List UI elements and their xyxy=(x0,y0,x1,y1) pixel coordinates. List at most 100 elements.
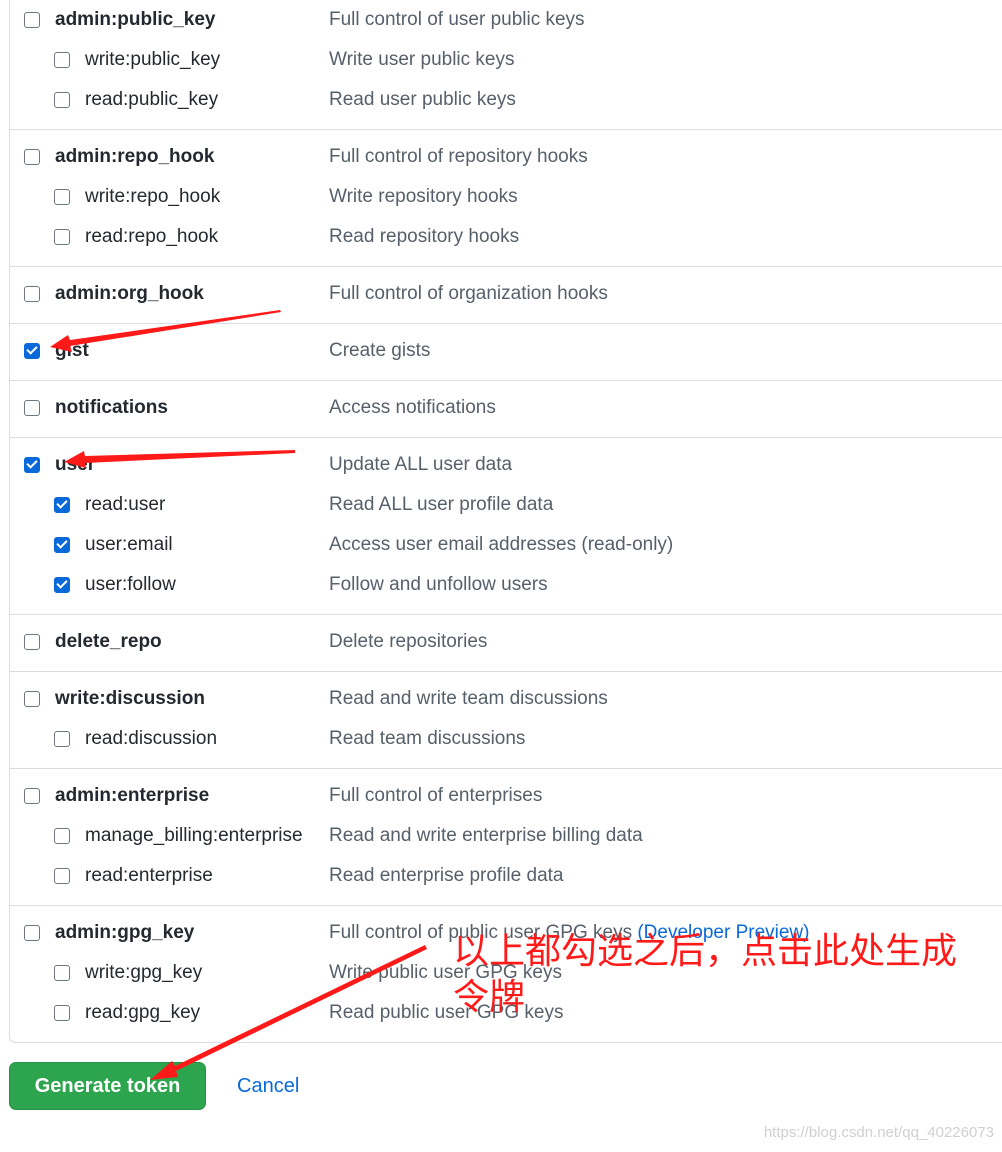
scope-checkbox[interactable] xyxy=(24,925,40,941)
scope-name[interactable]: admin:enterprise xyxy=(55,785,209,807)
scope-name[interactable]: read:gpg_key xyxy=(85,1002,200,1024)
scope-name[interactable]: delete_repo xyxy=(55,631,162,653)
scope-group: gist Create gists xyxy=(10,323,1002,380)
scope-name[interactable]: admin:public_key xyxy=(55,9,216,31)
scope-name[interactable]: notifications xyxy=(55,397,168,419)
scope-row: notifications Access notifications xyxy=(10,389,1002,429)
scope-row: write:repo_hook Write repository hooks xyxy=(10,178,1002,218)
generate-token-button[interactable]: Generate token xyxy=(9,1062,206,1110)
scope-name[interactable]: read:repo_hook xyxy=(85,226,218,248)
scope-description-text: Write user public keys xyxy=(329,49,515,70)
scope-group: notifications Access notifications xyxy=(10,380,1002,437)
scope-description-text: Delete repositories xyxy=(329,631,488,652)
scope-row: gist Create gists xyxy=(10,332,1002,372)
annotation-text: 以上都勾选之后，点击此处生成令牌 xyxy=(453,930,958,1017)
scope-description: Delete repositories xyxy=(329,631,487,653)
scope-checkbox[interactable] xyxy=(24,691,40,707)
scope-checkbox[interactable] xyxy=(54,497,70,513)
scope-checkbox[interactable] xyxy=(24,400,40,416)
scope-row: user:email Access user email addresses (r… xyxy=(10,526,1002,566)
scope-checkbox[interactable] xyxy=(24,788,40,804)
scope-checkbox[interactable] xyxy=(24,343,40,359)
scope-checkbox[interactable] xyxy=(24,149,40,165)
scope-name[interactable]: read:user xyxy=(85,494,165,516)
scope-name[interactable]: write:public_key xyxy=(85,49,220,71)
scope-description: Full control of enterprises xyxy=(329,785,542,807)
scope-description: Read user public keys xyxy=(329,89,516,111)
scope-group: write:discussion Read and write team disc… xyxy=(10,671,1002,768)
scope-row: read:public_key Read user public keys xyxy=(10,81,1002,121)
scope-description-text: Read user public keys xyxy=(329,89,516,110)
scope-name[interactable]: read:public_key xyxy=(85,89,218,111)
scope-checkbox[interactable] xyxy=(54,537,70,553)
scope-description-text: Access notifications xyxy=(329,397,496,418)
scope-description-text: Write repository hooks xyxy=(329,186,518,207)
scope-checkbox[interactable] xyxy=(54,828,70,844)
scope-description: Read repository hooks xyxy=(329,226,519,248)
cancel-link[interactable]: Cancel xyxy=(237,1075,299,1098)
scope-description: Full control of user public keys xyxy=(329,9,585,31)
scope-checkbox[interactable] xyxy=(54,52,70,68)
scope-description-text: Create gists xyxy=(329,340,431,361)
scope-name[interactable]: user:follow xyxy=(85,574,176,596)
scope-row: delete_repo Delete repositories xyxy=(10,623,1002,663)
scope-checkbox[interactable] xyxy=(54,229,70,245)
scope-row: manage_billing:enterprise Read and write … xyxy=(10,817,1002,857)
scope-description: Write repository hooks xyxy=(329,186,518,208)
scope-description-text: Full control of user public keys xyxy=(329,9,585,30)
scope-row: user:follow Follow and unfollow users xyxy=(10,566,1002,606)
scope-checkbox[interactable] xyxy=(54,868,70,884)
scope-name[interactable]: gist xyxy=(55,340,89,362)
scopes-list: admin:public_key Full control of user pub… xyxy=(9,0,1002,1043)
scope-name[interactable]: write:gpg_key xyxy=(85,962,202,984)
scope-description: Read and write team discussions xyxy=(329,688,608,710)
scope-name[interactable]: admin:gpg_key xyxy=(55,922,194,944)
scope-checkbox[interactable] xyxy=(54,92,70,108)
scope-description: Access notifications xyxy=(329,397,496,419)
scope-group: delete_repo Delete repositories xyxy=(10,614,1002,671)
scope-description-text: Read and write enterprise billing data xyxy=(329,825,643,846)
scope-row: admin:public_key Full control of user pub… xyxy=(10,1,1002,41)
scope-group: admin:enterprise Full control of enterpri… xyxy=(10,768,1002,905)
scope-row: admin:repo_hook Full control of repositor… xyxy=(10,138,1002,178)
scope-description: Read enterprise profile data xyxy=(329,865,563,887)
scope-checkbox[interactable] xyxy=(54,189,70,205)
scope-checkbox[interactable] xyxy=(54,731,70,747)
scope-description: Full control of organization hooks xyxy=(329,283,608,305)
scope-description-text: Read repository hooks xyxy=(329,226,520,247)
scope-name[interactable]: read:discussion xyxy=(85,728,217,750)
scope-description-text: Full control of organization hooks xyxy=(329,283,608,304)
scope-description-text: Full control of enterprises xyxy=(329,785,543,806)
scope-description: Full control of repository hooks xyxy=(329,146,588,168)
scope-name[interactable]: user:email xyxy=(85,534,173,556)
scope-description-text: Full control of repository hooks xyxy=(329,146,588,167)
scope-name[interactable]: write:repo_hook xyxy=(85,186,220,208)
scope-row: write:public_key Write user public keys xyxy=(10,41,1002,81)
scope-description: Read team discussions xyxy=(329,728,525,750)
scope-row: read:enterprise Read enterprise profile d… xyxy=(10,857,1002,897)
scope-name[interactable]: admin:repo_hook xyxy=(55,146,214,168)
scope-description: Access user email addresses (read-only) xyxy=(329,534,673,556)
scope-name[interactable]: user xyxy=(55,454,95,476)
scope-description: Update ALL user data xyxy=(329,454,512,476)
scope-checkbox[interactable] xyxy=(24,634,40,650)
scope-row: admin:org_hook Full control of organizati… xyxy=(10,275,1002,315)
scope-description: Read ALL user profile data xyxy=(329,494,553,516)
scope-checkbox[interactable] xyxy=(24,12,40,28)
scope-description-text: Follow and unfollow users xyxy=(329,574,548,595)
scope-checkbox[interactable] xyxy=(24,457,40,473)
scope-name[interactable]: manage_billing:enterprise xyxy=(85,825,303,847)
scope-checkbox[interactable] xyxy=(54,1005,70,1021)
scope-checkbox[interactable] xyxy=(54,577,70,593)
scope-name[interactable]: admin:org_hook xyxy=(55,283,204,305)
scope-checkbox[interactable] xyxy=(24,286,40,302)
scope-row: read:discussion Read team discussions xyxy=(10,720,1002,760)
scope-checkbox[interactable] xyxy=(54,965,70,981)
scope-name[interactable]: read:enterprise xyxy=(85,865,213,887)
scope-description: Follow and unfollow users xyxy=(329,574,548,596)
scope-name[interactable]: write:discussion xyxy=(55,688,205,710)
scope-description-text: Access user email addresses (read-only) xyxy=(329,534,674,555)
scope-row: write:discussion Read and write team disc… xyxy=(10,680,1002,720)
scope-row: read:user Read ALL user profile data xyxy=(10,486,1002,526)
scope-description-text: Read enterprise profile data xyxy=(329,865,564,886)
